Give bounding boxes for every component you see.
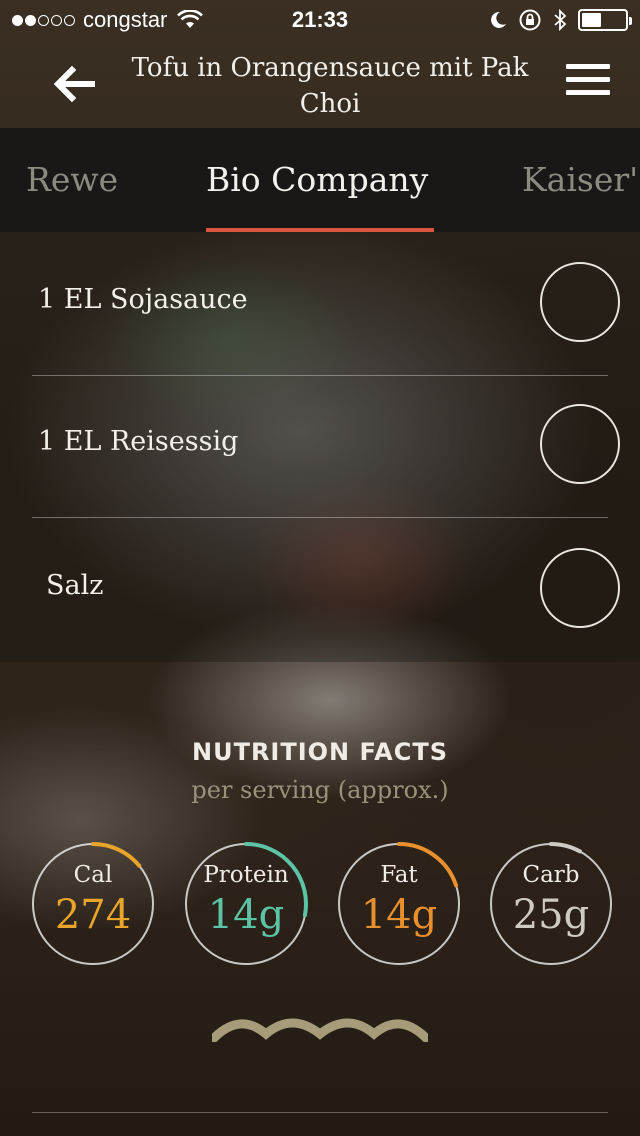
nutrition-subtitle: per serving (approx.) — [191, 776, 449, 804]
ingredient-label: Salz — [46, 570, 104, 601]
status-bar: congstar 21:33 — [0, 0, 640, 40]
ingredient-label: 1 EL Reisessig — [38, 426, 239, 457]
nutrition-protein: Protein 14g — [184, 842, 308, 966]
nutrition-value: 14g — [360, 892, 438, 938]
tab-rewe[interactable]: Rewe — [26, 160, 118, 199]
ingredient-checkbox[interactable] — [540, 548, 620, 628]
nutrition-value: 274 — [54, 892, 132, 938]
ingredient-checkbox[interactable] — [540, 404, 620, 484]
nutrition-carbs: Carb 25g — [489, 842, 613, 966]
bluetooth-icon — [554, 8, 567, 32]
nutrition-value: 14g — [207, 892, 285, 938]
nutrition-label: Protein — [203, 862, 289, 888]
nutrition-label: Cal — [73, 862, 113, 888]
tab-bio-company[interactable]: Bio Company — [206, 160, 428, 199]
ingredient-row[interactable]: 1 EL Reisessig — [32, 374, 620, 518]
ingredient-label: 1 EL Sojasauce — [38, 284, 248, 315]
ingredient-row[interactable]: Salz — [32, 518, 620, 662]
recipe-title: Tofu in Orangensauce mit Pak Choi — [131, 53, 529, 119]
store-tab-bar: Rewe Bio Company Kaiser' — [0, 128, 640, 232]
nutrition-label: Fat — [380, 862, 418, 888]
nutrition-facts-section: NUTRITION FACTS per serving (approx.) Ca… — [0, 662, 640, 1136]
wifi-icon — [177, 10, 204, 28]
nutrition-fat: Fat 14g — [337, 842, 461, 966]
tab-kaisers[interactable]: Kaiser' — [522, 160, 638, 199]
battery-icon — [578, 9, 632, 31]
signal-strength-icon — [12, 14, 75, 26]
hamburger-menu-icon[interactable] — [566, 64, 610, 102]
ingredient-checkbox[interactable] — [540, 262, 620, 342]
back-button[interactable] — [52, 62, 98, 106]
carrier-name: congstar — [83, 7, 168, 32]
ingredient-list: 1 EL Sojasauce 1 EL Reisessig Salz — [0, 232, 640, 662]
wave-divider-icon — [212, 1018, 428, 1042]
section-divider — [32, 1112, 608, 1113]
nutrition-title: NUTRITION FACTS — [192, 738, 448, 766]
rotation-lock-icon — [519, 9, 541, 31]
nutrition-label: Carb — [522, 862, 580, 888]
moon-icon — [491, 11, 506, 28]
nutrition-progress-arc — [549, 842, 582, 854]
ingredient-row[interactable]: 1 EL Sojasauce — [32, 232, 620, 376]
navigation-bar: Tofu in Orangensauce mit Pak Choi — [0, 40, 640, 128]
nutrition-value: 25g — [512, 892, 590, 938]
nutrition-calories: Cal 274 — [31, 842, 155, 966]
